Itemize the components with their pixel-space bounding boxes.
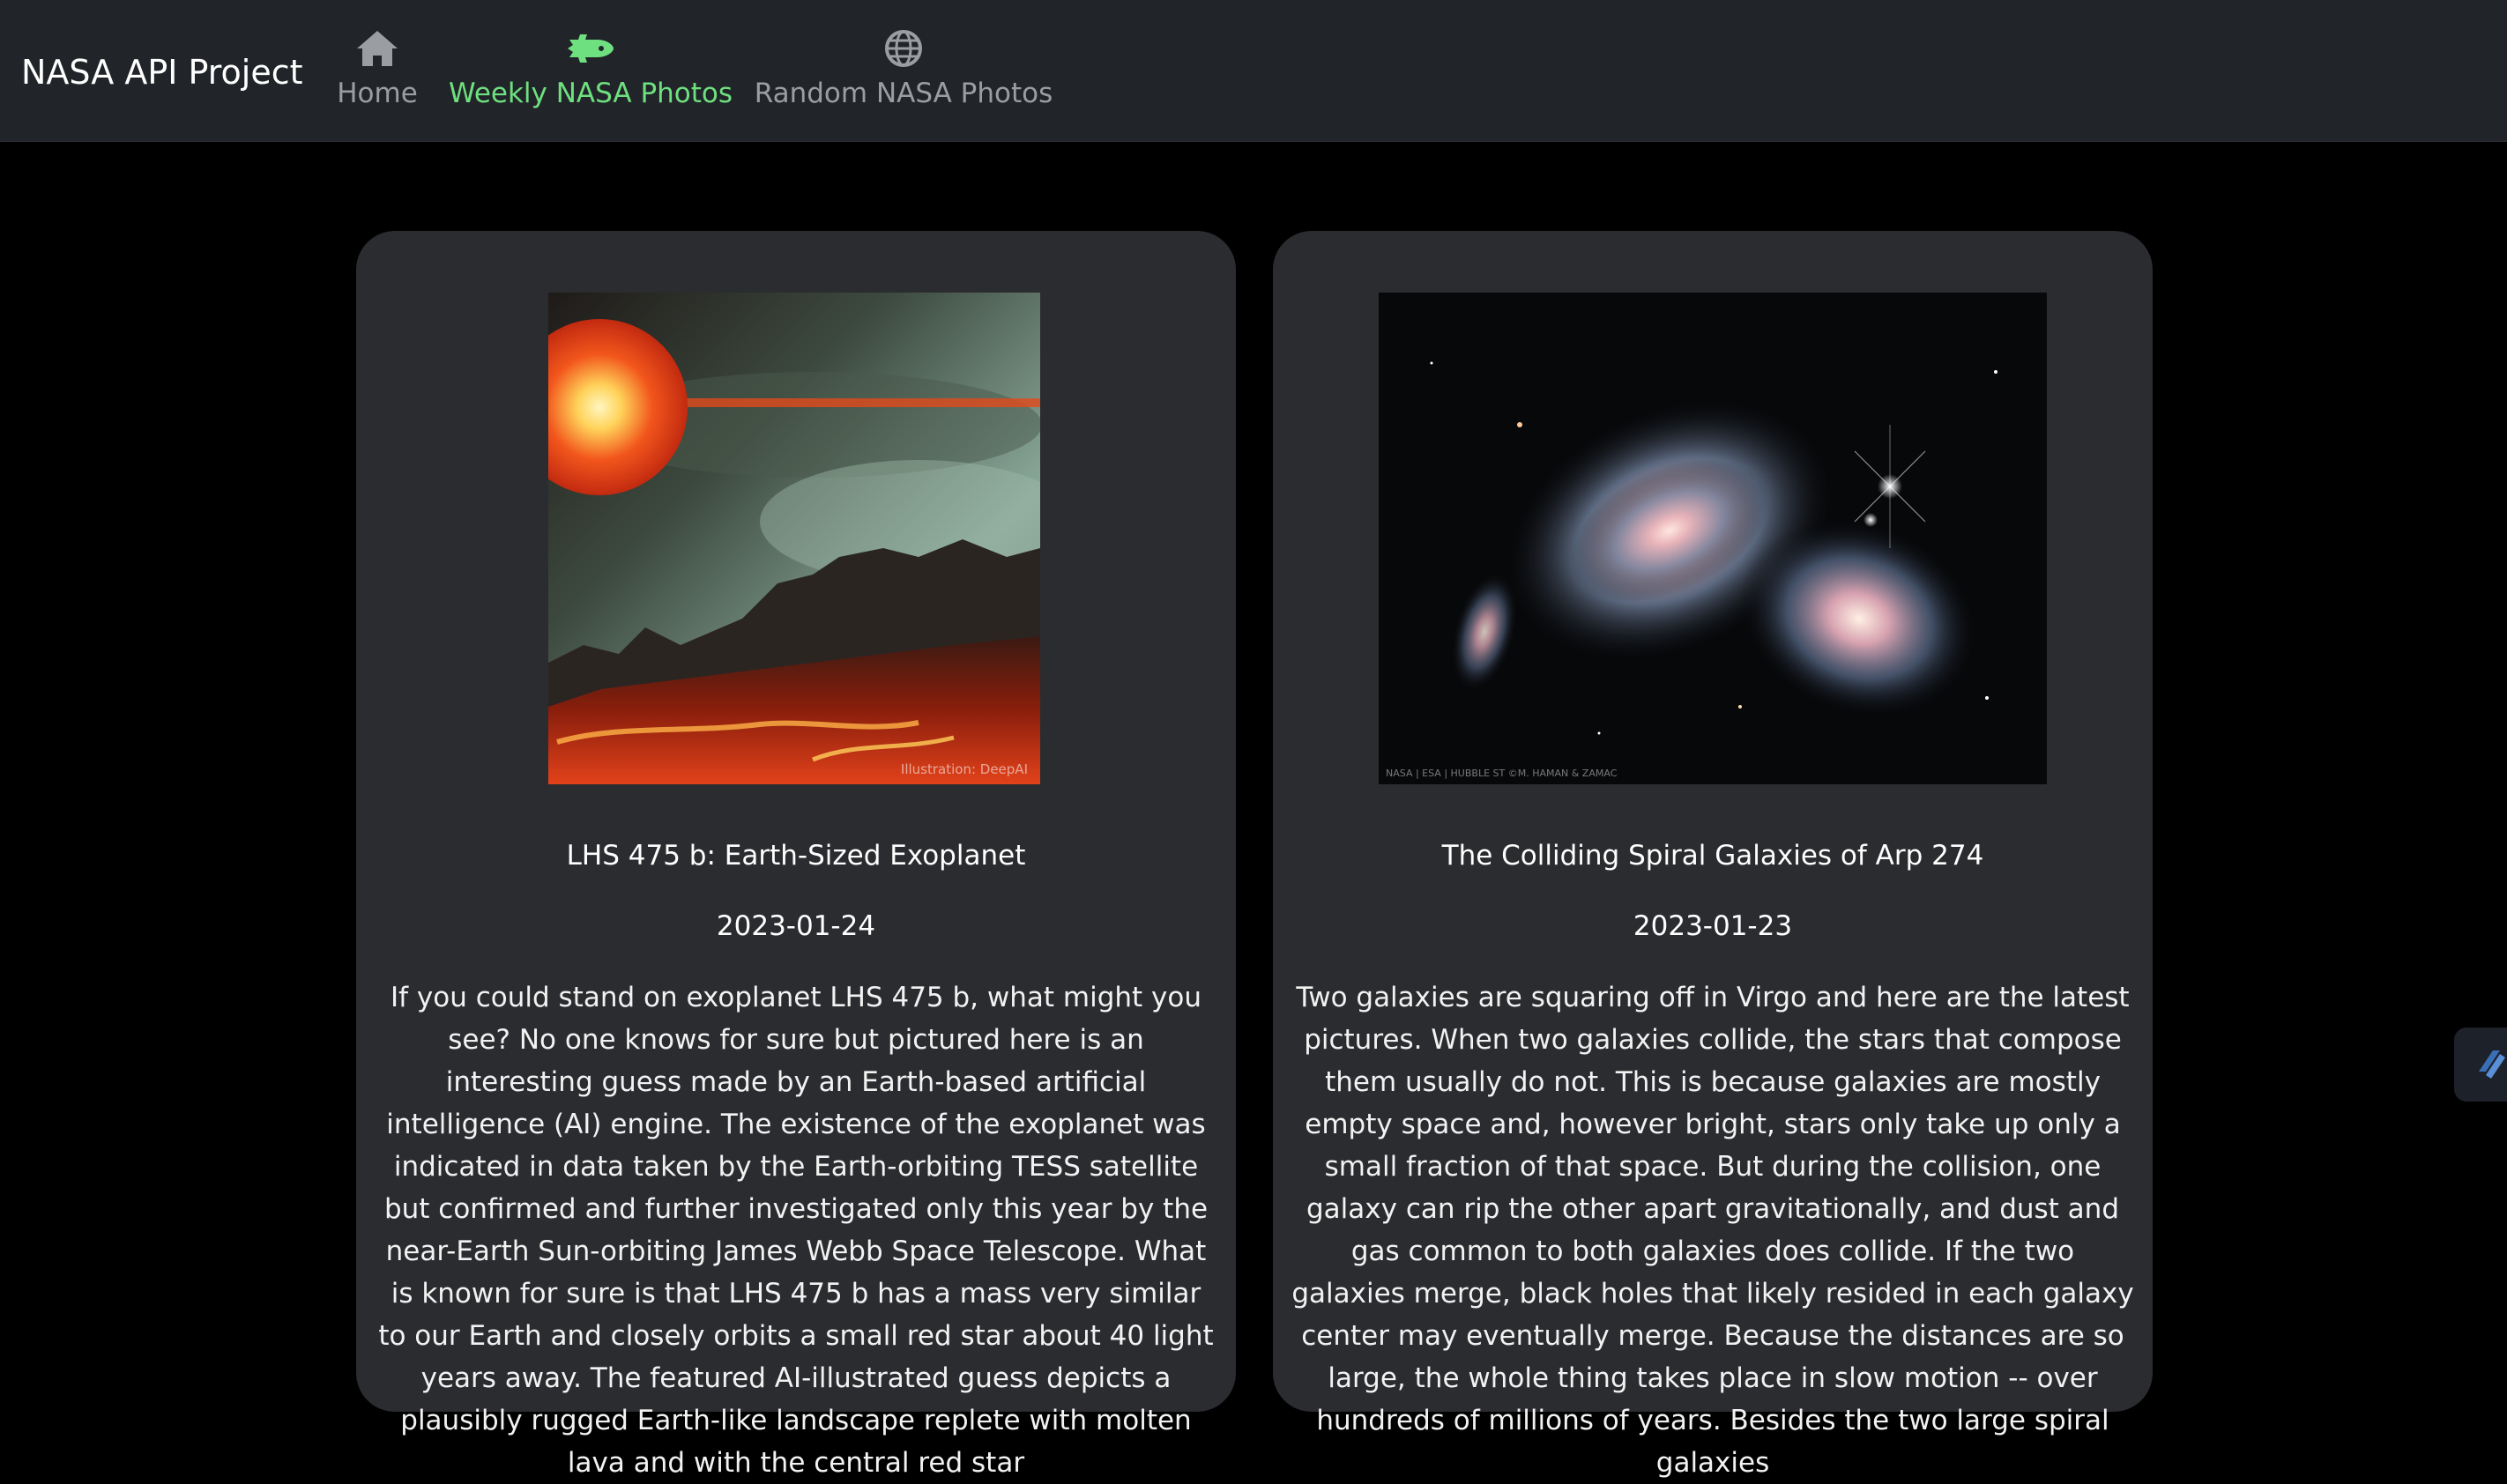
- photo-card: Illustration: DeepAI LHS 475 b: Earth-Si…: [356, 231, 1236, 1479]
- nav-label-random-photos: Random NASA Photos: [754, 78, 1053, 109]
- side-tool-button[interactable]: [2454, 1028, 2507, 1102]
- nav-label-home: Home: [337, 78, 418, 109]
- brand-title[interactable]: NASA API Project: [21, 48, 303, 97]
- translate-tool-icon: [2474, 1045, 2507, 1084]
- globe-icon: [879, 28, 928, 69]
- galaxy-image[interactable]: NASA | ESA | HUBBLE ST ©M. HAMAN & ZAMAC: [1379, 293, 2047, 784]
- nav-label-weekly-photos: Weekly NASA Photos: [448, 78, 733, 109]
- nav-item-home[interactable]: Home: [333, 28, 421, 116]
- nav-item-weekly-photos[interactable]: Weekly NASA Photos: [448, 28, 733, 116]
- card-date: 2023-01-23: [1633, 910, 1793, 942]
- photo-card: NASA | ESA | HUBBLE ST ©M. HAMAN & ZAMAC…: [1273, 231, 2153, 1479]
- card-description: If you could stand on exoplanet LHS 475 …: [378, 982, 1214, 1479]
- card-date: 2023-01-24: [716, 910, 876, 942]
- space-shuttle-icon: [566, 28, 615, 69]
- card-description: Two galaxies are squaring off in Virgo a…: [1291, 982, 2134, 1479]
- nav-item-random-photos[interactable]: Random NASA Photos: [755, 28, 1053, 116]
- card-title: LHS 475 b: Earth-Sized Exoplanet: [566, 840, 1026, 872]
- top-navbar: NASA API Project Home Weekly NASA Photos: [0, 0, 2507, 142]
- exoplanet-illustration-image[interactable]: Illustration: DeepAI: [548, 293, 1040, 784]
- image-credit: NASA | ESA | HUBBLE ST ©M. HAMAN & ZAMAC: [1386, 768, 1618, 779]
- home-icon: [353, 28, 402, 69]
- card-title: The Colliding Spiral Galaxies of Arp 274: [1441, 840, 1984, 872]
- image-credit: Illustration: DeepAI: [900, 761, 1028, 777]
